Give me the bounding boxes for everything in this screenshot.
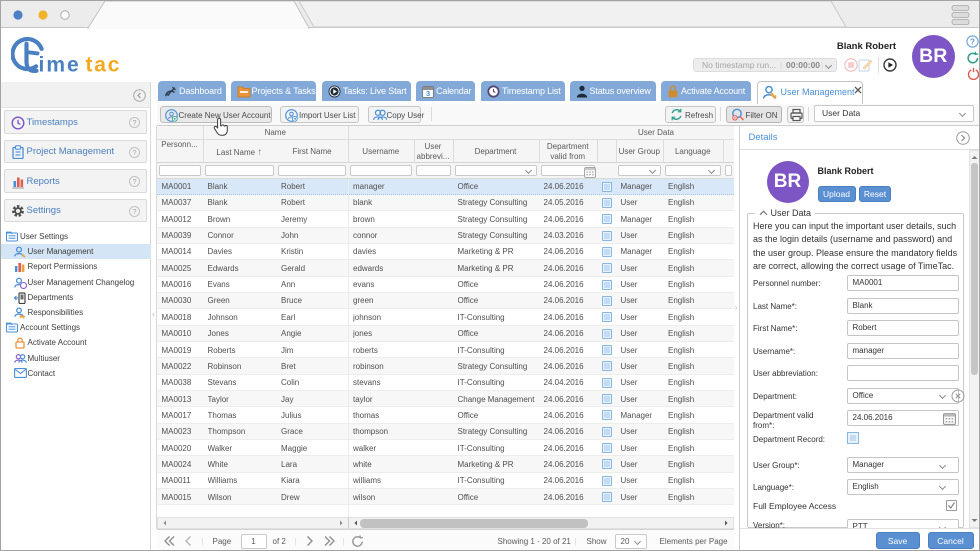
svg-text:3: 3 (426, 89, 430, 98)
svg-text:?: ? (970, 37, 975, 46)
svg-text:tac: tac (86, 53, 122, 76)
svg-text:ime: ime (39, 53, 81, 76)
